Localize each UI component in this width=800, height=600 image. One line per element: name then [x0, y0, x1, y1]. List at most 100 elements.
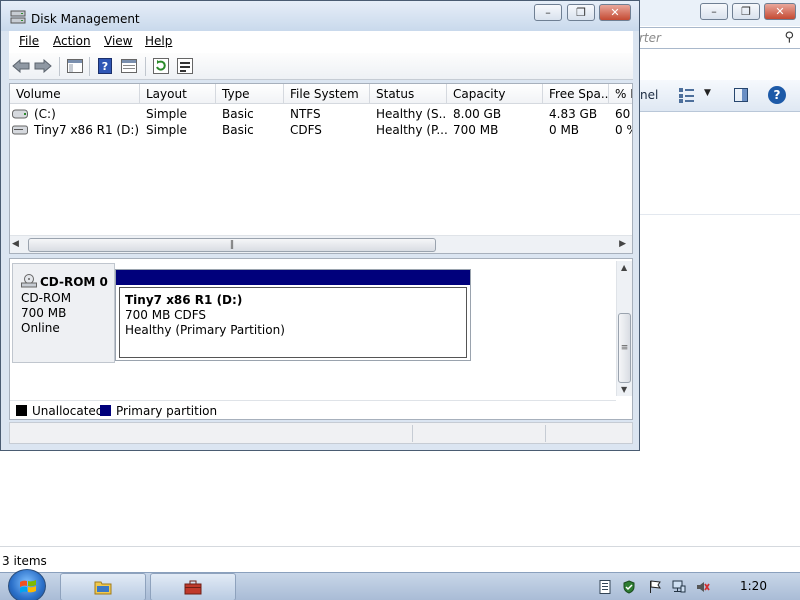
disk-graphical-view: CD-ROM 0 CD-ROM 700 MB Online Tiny7 x86 … [9, 258, 633, 420]
legend-unallocated: Unallocated [32, 404, 104, 418]
windows-logo-icon [20, 580, 36, 593]
forward-button[interactable] [33, 56, 53, 76]
vertical-scroll-thumb[interactable]: ≡ [618, 313, 631, 383]
cell-volume: (C:) [34, 107, 56, 121]
menu-help[interactable]: Help [145, 34, 172, 48]
column-capacity[interactable]: Capacity [447, 84, 543, 104]
legend: Unallocated Primary partition [10, 400, 616, 419]
partition-block[interactable]: Tiny7 x86 R1 (D:) 700 MB CDFS Healthy (P… [115, 269, 471, 361]
column-file-system[interactable]: File System [284, 84, 370, 104]
bg-minimize-button[interactable]: – [700, 3, 728, 20]
disk-name: CD-ROM 0 [40, 275, 108, 289]
refresh-button[interactable] [151, 56, 171, 76]
bg-item-count: 3 items [2, 554, 47, 568]
cell-percent-free: 0 % [615, 123, 632, 137]
taskbar-clock[interactable]: 1:20 [740, 579, 767, 593]
cd-drive-icon [12, 125, 28, 135]
volume-list: Volume Layout Type File System Status Ca… [9, 83, 633, 254]
scroll-up-arrow-icon[interactable]: ▲ [621, 263, 627, 272]
scroll-down-arrow-icon[interactable]: ▼ [621, 385, 627, 394]
cell-layout: Simple [146, 123, 187, 137]
menu-action[interactable]: Action [53, 34, 91, 48]
cell-free-space: 4.83 GB [549, 107, 598, 121]
start-button[interactable] [8, 569, 46, 600]
help-button[interactable]: ? [95, 56, 115, 76]
menu-action-label: Action [53, 34, 91, 48]
toolbar-separator [89, 57, 90, 76]
table-row[interactable]: Tiny7 x86 R1 (D:) Simple Basic CDFS Heal… [10, 122, 632, 138]
disk-management-app-icon [10, 10, 26, 24]
taskbar: 1:20 [0, 569, 800, 600]
column-volume[interactable]: Volume [10, 84, 140, 104]
back-button[interactable] [11, 56, 31, 76]
help-icon[interactable]: ? [768, 86, 786, 104]
column-type[interactable]: Type [216, 84, 284, 104]
menu-view-label: View [104, 34, 133, 48]
cell-layout: Simple [146, 107, 187, 121]
column-percent-free[interactable]: % F [609, 84, 632, 104]
back-arrow-icon [12, 59, 30, 73]
hard-disk-icon [12, 109, 28, 119]
bg-search-box[interactable]: rter ⚲ [632, 27, 800, 49]
primary-partition-bar [116, 270, 470, 285]
action-center-doc-icon[interactable] [598, 580, 612, 594]
view-dropdown-arrow-icon[interactable]: ▼ [704, 88, 711, 98]
close-icon: ✕ [775, 5, 785, 18]
network-icon[interactable] [672, 580, 686, 594]
partition-details[interactable]: Tiny7 x86 R1 (D:) 700 MB CDFS Healthy (P… [119, 287, 467, 358]
cell-type: Basic [222, 123, 254, 137]
bg-close-button[interactable]: ✕ [764, 3, 796, 20]
vertical-scrollbar[interactable]: ▲ ≡ ▼ [616, 261, 632, 396]
action-center-flag-icon[interactable] [648, 580, 662, 594]
dm-titlebar[interactable]: Disk Management – ❐ ✕ [1, 1, 639, 31]
minimize-button[interactable]: – [534, 4, 562, 21]
toolbar: ? [9, 53, 633, 80]
taskbar-computer-management-button[interactable] [150, 573, 236, 600]
status-separator [412, 425, 413, 442]
menu-view[interactable]: View [104, 34, 132, 48]
disk-state: Online [21, 321, 60, 335]
preview-pane-icon[interactable] [734, 88, 748, 102]
grip-icon: ≡ [620, 343, 629, 353]
cell-volume: Tiny7 x86 R1 (D:) [34, 123, 140, 137]
minimize-icon: – [545, 6, 551, 19]
security-shield-icon[interactable] [622, 580, 636, 594]
partition-status: Healthy (Primary Partition) [125, 323, 285, 337]
folder-icon [94, 581, 112, 595]
horizontal-scrollbar[interactable]: ◀ ‖ ▶ [10, 235, 632, 253]
console-tree-button[interactable] [65, 56, 85, 76]
partition-size-fs: 700 MB CDFS [125, 308, 207, 322]
toolbar-separator [59, 57, 60, 76]
column-status[interactable]: Status [370, 84, 447, 104]
taskbar-explorer-button[interactable] [60, 573, 146, 600]
menu-file[interactable]: File [19, 34, 39, 48]
column-layout[interactable]: Layout [140, 84, 216, 104]
disk-info-panel[interactable]: CD-ROM 0 CD-ROM 700 MB Online [12, 263, 115, 363]
scroll-left-arrow-icon[interactable]: ◀ [12, 239, 19, 249]
partition-name: Tiny7 x86 R1 (D:) [125, 293, 243, 307]
close-button[interactable]: ✕ [599, 4, 631, 21]
scroll-right-arrow-icon[interactable]: ▶ [619, 239, 626, 249]
dm-status-bar [9, 422, 633, 444]
bg-command-label[interactable]: nel [640, 88, 658, 102]
table-row[interactable]: (C:) Simple Basic NTFS Healthy (S... 8.0… [10, 106, 632, 122]
window-title: Disk Management [31, 12, 140, 26]
restore-icon: ❐ [576, 6, 586, 19]
refresh-icon [153, 58, 169, 74]
volume-muted-icon[interactable] [696, 580, 710, 594]
cell-capacity: 8.00 GB [453, 107, 502, 121]
show-hide-action-pane-button[interactable] [119, 56, 139, 76]
primary-partition-swatch [100, 405, 111, 416]
console-tree-icon [67, 59, 83, 73]
maximize-button[interactable]: ❐ [567, 4, 595, 21]
properties-icon [177, 58, 193, 74]
legend-primary-partition: Primary partition [116, 404, 218, 418]
search-icon[interactable]: ⚲ [784, 30, 794, 45]
column-free-space[interactable]: Free Spa... [543, 84, 609, 104]
horizontal-scroll-thumb[interactable]: ‖ [28, 238, 436, 252]
properties-button[interactable] [175, 56, 195, 76]
change-view-icon[interactable] [678, 86, 696, 104]
bg-maximize-button[interactable]: ❐ [732, 3, 760, 20]
svg-text:?: ? [102, 60, 108, 73]
action-pane-icon [121, 59, 137, 73]
